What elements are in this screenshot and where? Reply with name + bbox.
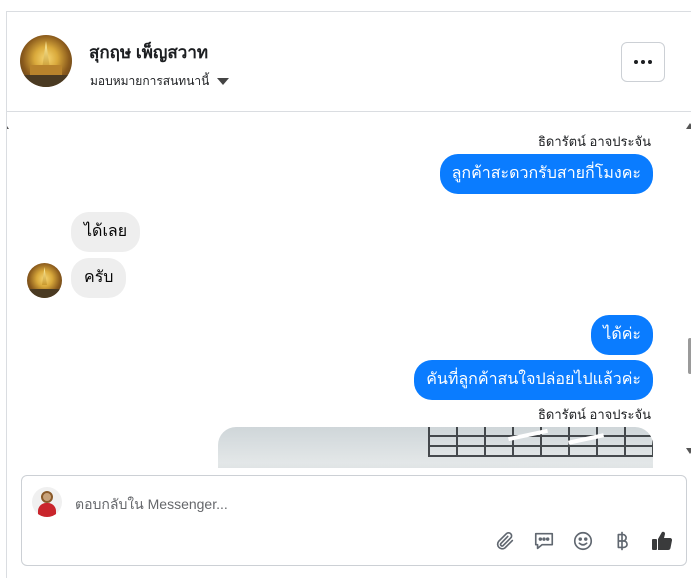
saved-reply-icon <box>534 532 554 550</box>
more-options-button[interactable] <box>621 42 665 82</box>
more-icon-dot <box>641 60 645 64</box>
reply-composer <box>21 475 687 566</box>
message-thread[interactable]: ธิดารัตน์ อาจประจัน ลูกค้าสะดวกรับสายกี่… <box>7 113 691 468</box>
outgoing-message[interactable]: ได้ค่ะ <box>591 315 653 355</box>
conversation-panel: สุกฤษ เพ็ญสวาท มอบหมายการสนทนานี้ ธิดารั… <box>6 11 691 578</box>
sender-label: ธิดารัตน์ อาจประจัน <box>537 407 651 422</box>
saved-replies-button[interactable] <box>531 528 557 554</box>
incoming-message[interactable]: ได้เลย <box>71 212 141 252</box>
emoji-button[interactable] <box>570 528 596 554</box>
outgoing-message[interactable]: ลูกค้าสะดวกรับสายกี่โมงคะ <box>439 154 653 194</box>
scroll-up-arrow[interactable] <box>686 123 691 129</box>
caret-down-icon <box>217 78 230 85</box>
scroll-up-arrow-left[interactable] <box>7 123 9 129</box>
emoji-icon <box>573 531 593 551</box>
payment-button[interactable] <box>609 528 635 554</box>
assign-conversation-dropdown[interactable]: มอบหมายการสนทนานี้ <box>90 72 230 91</box>
contact-avatar[interactable] <box>20 35 72 87</box>
incoming-message[interactable]: ครับ <box>71 258 127 298</box>
attach-button[interactable] <box>492 528 518 554</box>
scroll-down-arrow[interactable] <box>686 448 691 454</box>
like-button[interactable] <box>649 528 675 554</box>
sender-label: ธิดารัตน์ อาจประจัน <box>537 134 651 149</box>
reply-input[interactable] <box>75 494 615 514</box>
baht-icon <box>617 531 628 551</box>
page-avatar <box>32 487 62 517</box>
photo-attachment[interactable] <box>218 427 653 468</box>
more-icon-dot <box>648 60 652 64</box>
contact-avatar-small[interactable] <box>27 263 62 298</box>
contact-name[interactable]: สุกฤษ เพ็ญสวาท <box>89 39 208 66</box>
paperclip-icon <box>496 531 514 550</box>
more-icon <box>634 60 638 64</box>
outgoing-message[interactable]: คันที่ลูกค้าสนใจปล่อยไปแล้วค่ะ <box>414 360 653 400</box>
thumbs-up-icon <box>652 531 673 551</box>
assign-label: มอบหมายการสนทนานี้ <box>90 74 210 88</box>
conversation-header: สุกฤษ เพ็ญสวาท มอบหมายการสนทนานี้ <box>7 12 691 112</box>
